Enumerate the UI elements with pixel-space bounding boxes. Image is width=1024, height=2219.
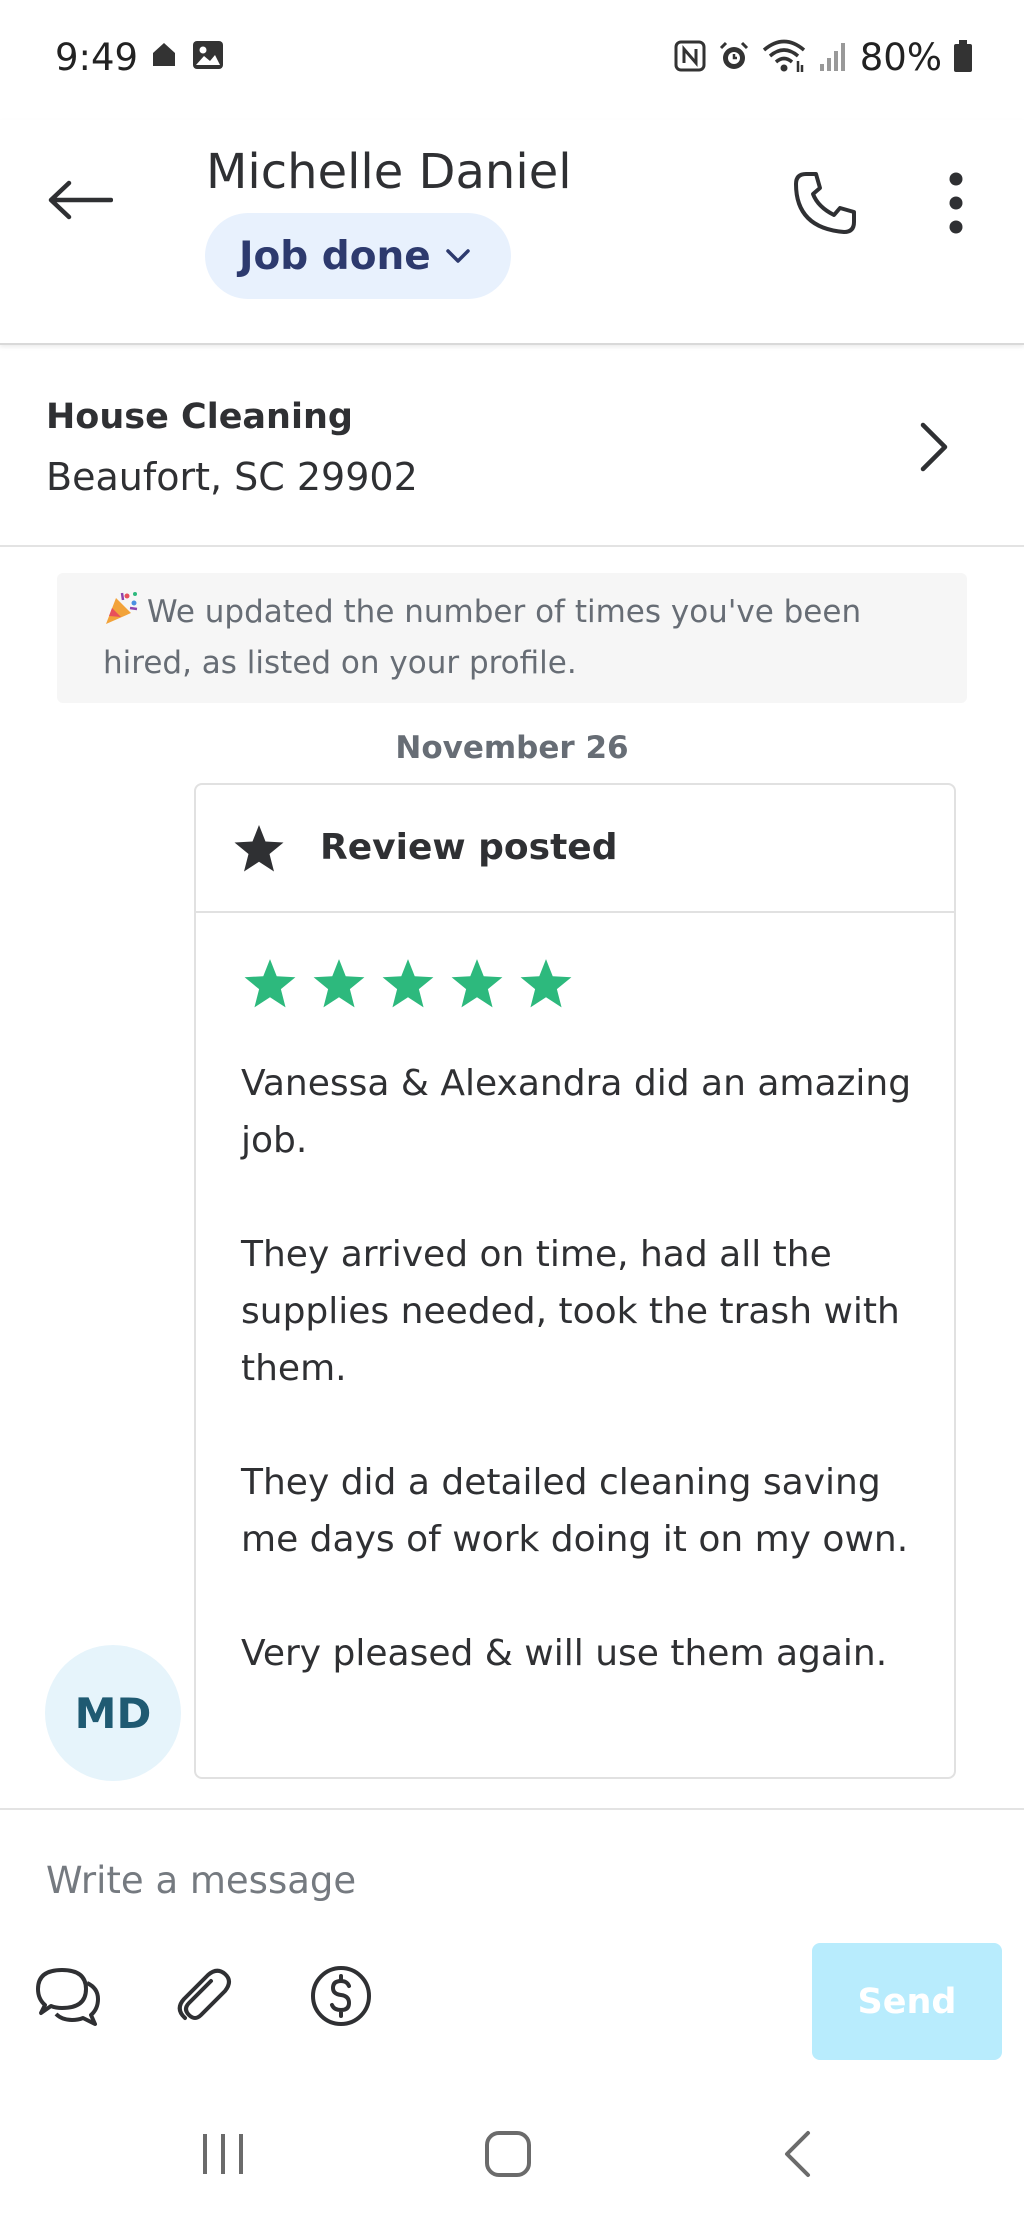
job-status-dropdown[interactable]: Job done bbox=[205, 213, 511, 299]
more-vertical-icon bbox=[949, 172, 963, 234]
back-button[interactable] bbox=[40, 160, 120, 240]
rating-star-icon bbox=[382, 959, 434, 1008]
system-notice: We updated the number of times you've be… bbox=[57, 573, 967, 703]
review-card-header: Review posted bbox=[196, 785, 954, 913]
send-button[interactable]: Send bbox=[812, 1943, 1002, 2060]
recent-apps-button[interactable] bbox=[183, 2124, 263, 2184]
gallery-icon bbox=[192, 40, 224, 74]
job-location: Beaufort, SC 29902 bbox=[46, 455, 418, 499]
quick-replies-icon bbox=[36, 1968, 100, 2026]
rating-star-icon bbox=[313, 959, 365, 1008]
review-paragraph: Vanessa & Alexandra did an amazing job. bbox=[241, 1063, 912, 1161]
quick-replies-button[interactable] bbox=[32, 1960, 104, 2032]
message-composer: Send bbox=[0, 1808, 1024, 2078]
chevron-down-icon bbox=[445, 249, 470, 263]
attachment-button[interactable] bbox=[168, 1960, 240, 2032]
payment-icon bbox=[311, 1966, 371, 2026]
back-nav-icon bbox=[785, 2131, 810, 2177]
back-arrow-icon bbox=[48, 180, 113, 220]
conversation-header: Michelle Daniel Job done bbox=[0, 120, 1024, 345]
job-title: House Cleaning bbox=[46, 397, 353, 437]
message-input[interactable] bbox=[46, 1840, 976, 1920]
attachment-icon bbox=[177, 1968, 231, 2020]
review-card: Review posted Vanessa & Alexandra did an… bbox=[194, 783, 956, 1779]
phone-icon bbox=[794, 172, 856, 234]
call-button[interactable] bbox=[780, 158, 870, 248]
avatar[interactable]: MD bbox=[45, 1645, 181, 1781]
notice-text: We updated the number of times you've be… bbox=[103, 594, 862, 681]
recent-apps-icon bbox=[203, 2134, 243, 2174]
date-separator: November 26 bbox=[395, 730, 629, 766]
star-icon bbox=[234, 825, 284, 872]
rating-star-icon bbox=[244, 959, 296, 1008]
review-posted-label: Review posted bbox=[320, 827, 618, 868]
review-rating bbox=[242, 957, 574, 1011]
party-popper-icon bbox=[106, 592, 138, 624]
rating-star-icon bbox=[451, 959, 503, 1008]
rating-star-icon bbox=[520, 959, 572, 1008]
system-nav-bar bbox=[0, 2080, 1024, 2219]
signal-icon bbox=[818, 40, 848, 76]
alarm-icon bbox=[718, 40, 750, 76]
home-nav-button[interactable] bbox=[468, 2124, 548, 2184]
chevron-right-icon bbox=[920, 422, 948, 472]
review-paragraph: They did a detailed cleaning saving me d… bbox=[241, 1462, 909, 1560]
review-text: Vanessa & Alexandra did an amazing job. … bbox=[241, 1055, 931, 1682]
review-paragraph: They arrived on time, had all the suppli… bbox=[241, 1234, 900, 1389]
nfc-icon bbox=[674, 40, 706, 76]
payment-request-button[interactable] bbox=[305, 1960, 377, 2032]
contact-name: Michelle Daniel bbox=[206, 144, 572, 200]
wifi-icon bbox=[762, 39, 806, 77]
home-button-icon bbox=[485, 2131, 531, 2177]
home-icon bbox=[150, 40, 178, 72]
status-time: 9:49 bbox=[55, 36, 139, 79]
job-status-label: Job done bbox=[239, 233, 431, 279]
battery-percentage: 80% bbox=[859, 36, 942, 79]
battery-icon bbox=[954, 39, 972, 76]
job-details-row[interactable]: House Cleaning Beaufort, SC 29902 bbox=[0, 347, 1024, 547]
more-options-button[interactable] bbox=[930, 158, 982, 248]
review-paragraph: Very pleased & will use them again. bbox=[241, 1633, 888, 1674]
status-bar: 9:49 80% bbox=[0, 0, 1024, 120]
back-nav-button[interactable] bbox=[757, 2124, 837, 2184]
status-icons: 80% bbox=[674, 36, 972, 79]
